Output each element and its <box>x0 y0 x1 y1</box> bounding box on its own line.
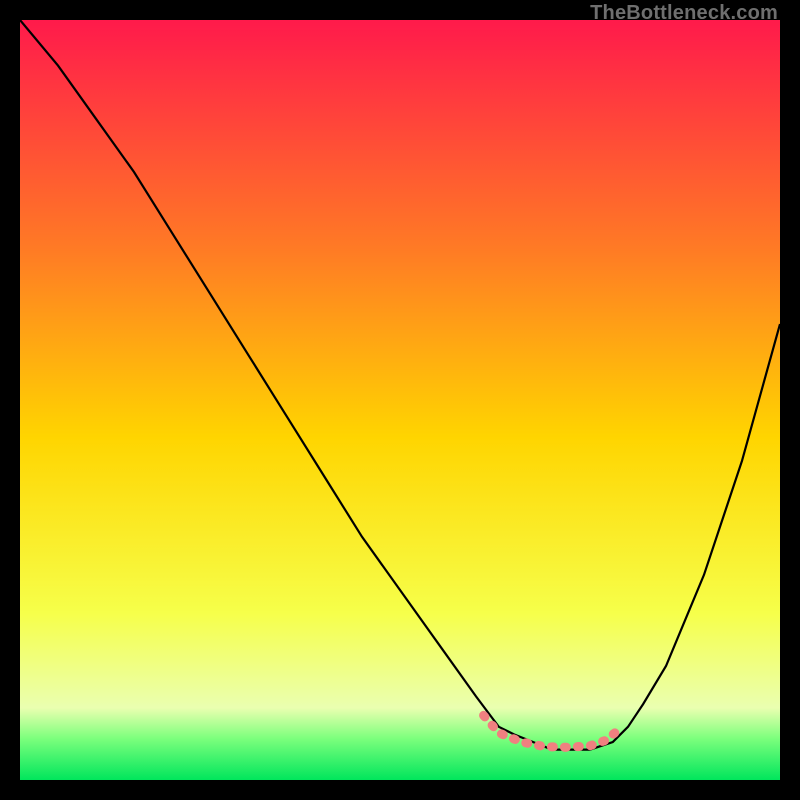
chart-svg <box>20 20 780 780</box>
watermark-text: TheBottleneck.com <box>590 2 778 25</box>
chart-frame <box>20 20 780 780</box>
